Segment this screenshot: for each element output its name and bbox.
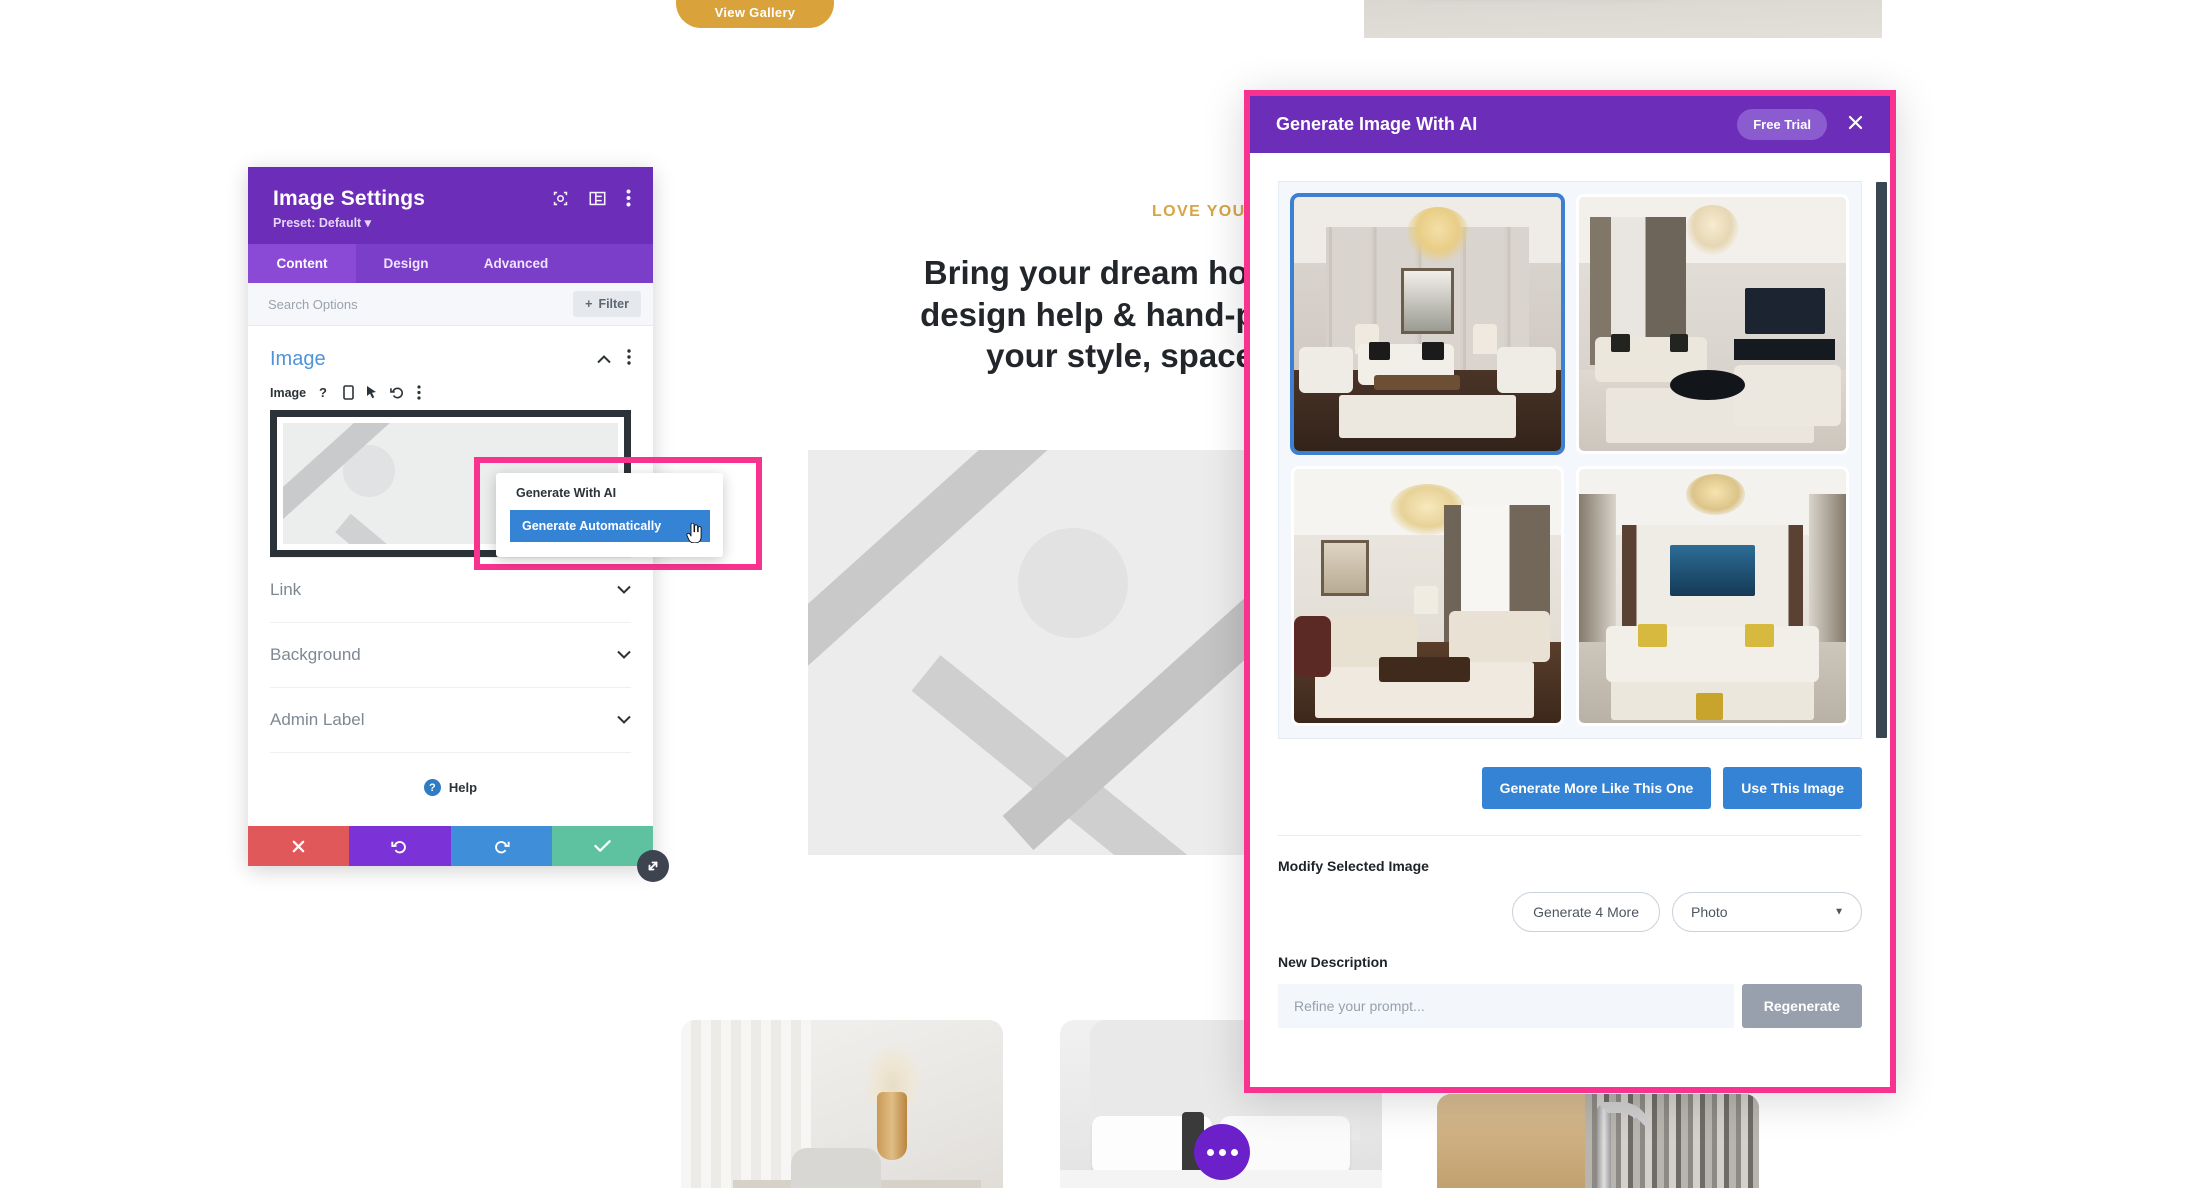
placeholder-sun-icon (1018, 528, 1128, 638)
more-vertical-icon[interactable] (627, 349, 631, 370)
filter-label: Filter (598, 297, 629, 311)
accordion-link-label: Link (270, 580, 302, 599)
image-style-select-wrap: Photo ▼ (1672, 892, 1862, 932)
resize-diagonal-icon[interactable] (637, 850, 669, 882)
tab-design[interactable]: Design (356, 244, 456, 283)
ai-modal-title: Generate Image With AI (1276, 114, 1478, 134)
generated-image-1[interactable] (1291, 194, 1564, 454)
vase (877, 1092, 907, 1160)
panel-body: Image Image ? Link Background Admin Labe… (248, 326, 653, 826)
image-section-controls (597, 349, 631, 370)
gallery-photo-kitchen (1437, 1094, 1759, 1188)
filter-button[interactable]: + Filter (573, 291, 641, 317)
image-field-label: Image (270, 385, 307, 400)
more-vertical-icon[interactable] (417, 385, 421, 400)
use-this-image-button[interactable]: Use This Image (1723, 767, 1862, 809)
accordion-admin-label-label: Admin Label (270, 710, 365, 729)
accordion-background[interactable]: Background (270, 622, 631, 687)
close-icon[interactable] (1843, 112, 1868, 137)
panel-preset-selector[interactable]: Preset: Default ▾ (273, 215, 631, 230)
panel-preset-label: Preset: Default (273, 216, 362, 230)
generate-automatically-button[interactable]: Generate Automatically (510, 510, 710, 542)
accordion-background-label: Background (270, 645, 361, 664)
generated-image-2[interactable] (1576, 194, 1849, 454)
new-description-row: Regenerate (1278, 970, 1862, 1028)
new-description-label: New Description (1278, 954, 1388, 970)
gallery-photo-desk (681, 1020, 1003, 1188)
svg-text:?: ? (319, 385, 327, 400)
plus-icon: + (585, 297, 593, 311)
hero-photo-carpet (1364, 0, 1882, 38)
screenshot-root: View Gallery LOVE YOUR S Bring your drea… (0, 0, 2200, 1188)
free-trial-badge[interactable]: Free Trial (1737, 109, 1827, 140)
generate-more-like-this-button[interactable]: Generate More Like This One (1481, 767, 1712, 809)
help-icon[interactable]: ? (318, 385, 331, 400)
page-image-placeholder (808, 450, 1288, 855)
accordion-admin-label[interactable]: Admin Label (270, 687, 631, 752)
generated-images-grid (1291, 194, 1849, 726)
ai-modal-header: Generate Image With AI Free Trial (1250, 96, 1890, 153)
image-section-title: Image (270, 348, 326, 370)
layout-columns-icon[interactable] (589, 191, 606, 206)
tab-content[interactable]: Content (248, 244, 356, 283)
chevron-down-icon: ▾ (364, 216, 371, 230)
generated-images-panel (1278, 181, 1887, 739)
generate-with-ai-highlight: Generate With AI Generate Automatically (474, 457, 762, 570)
dot-3 (1230, 1148, 1238, 1156)
cursor-pointer-icon (686, 523, 702, 543)
dot-2 (1218, 1148, 1226, 1156)
ai-modal-body: Generate More Like This One Use This Ima… (1250, 153, 1890, 1087)
panel-tabs: Content Design Advanced (248, 244, 653, 283)
redo-button[interactable] (450, 826, 552, 866)
target-icon[interactable] (552, 190, 569, 207)
thumb-art (1579, 197, 1846, 451)
ai-modal-header-actions: Free Trial (1737, 109, 1868, 140)
thumb-art (1294, 197, 1561, 451)
image-style-select[interactable]: Photo (1672, 892, 1862, 932)
help-icon: ? (423, 779, 441, 796)
generate-with-ai-title: Generate With AI (516, 486, 617, 500)
thumbnail-scrollbar[interactable] (1876, 182, 1887, 738)
panel-header: Image Settings Preset: Default ▾ (248, 167, 653, 244)
thumb-art (1579, 469, 1846, 723)
modify-selected-image-label: Modify Selected Image (1278, 858, 1429, 874)
search-options-input[interactable]: Search Options (268, 297, 358, 312)
chevron-down-icon (617, 646, 631, 664)
view-gallery-button[interactable]: View Gallery (676, 0, 834, 28)
hover-cursor-icon[interactable] (366, 385, 378, 400)
wood-cabinet (1437, 1094, 1585, 1188)
panel-header-icons (552, 189, 631, 207)
ai-modal-actions: Generate More Like This One Use This Ima… (1278, 739, 1862, 835)
tab-advanced[interactable]: Advanced (456, 244, 576, 283)
view-gallery-label: View Gallery (714, 5, 796, 20)
chevron-down-icon (617, 711, 631, 729)
chair (791, 1148, 881, 1188)
thumb-art (1294, 469, 1561, 723)
reset-undo-icon[interactable] (390, 385, 405, 400)
chevron-down-icon (617, 581, 631, 599)
help-link[interactable]: ? Help (270, 752, 631, 826)
scrollbar-thumb[interactable] (1876, 182, 1887, 738)
responsive-mobile-icon[interactable] (343, 385, 354, 400)
panel-footer (248, 826, 653, 866)
generated-image-4[interactable] (1576, 466, 1849, 726)
generated-image-3[interactable] (1291, 466, 1564, 726)
generate-with-ai-flyout: Generate With AI Generate Automatically (496, 473, 723, 557)
regenerate-button[interactable]: Regenerate (1741, 984, 1862, 1028)
undo-button[interactable] (349, 826, 451, 866)
generate-4-more-button[interactable]: Generate 4 More (1512, 892, 1660, 932)
modify-controls-row: Generate 4 More Photo ▼ (1278, 874, 1862, 932)
cancel-button[interactable] (248, 826, 350, 866)
dot-1 (1206, 1148, 1214, 1156)
generate-image-with-ai-modal: Generate Image With AI Free Trial Genera… (1244, 90, 1896, 1093)
image-field-row: Image ? (270, 379, 631, 410)
image-section-header[interactable]: Image (270, 326, 631, 379)
chevron-up-icon[interactable] (597, 351, 611, 369)
refine-prompt-input[interactable] (1278, 984, 1734, 1028)
search-options-bar: Search Options + Filter (248, 283, 653, 326)
more-vertical-icon[interactable] (626, 189, 631, 207)
chat-widget-button[interactable] (1194, 1124, 1250, 1180)
help-label: Help (448, 780, 478, 795)
